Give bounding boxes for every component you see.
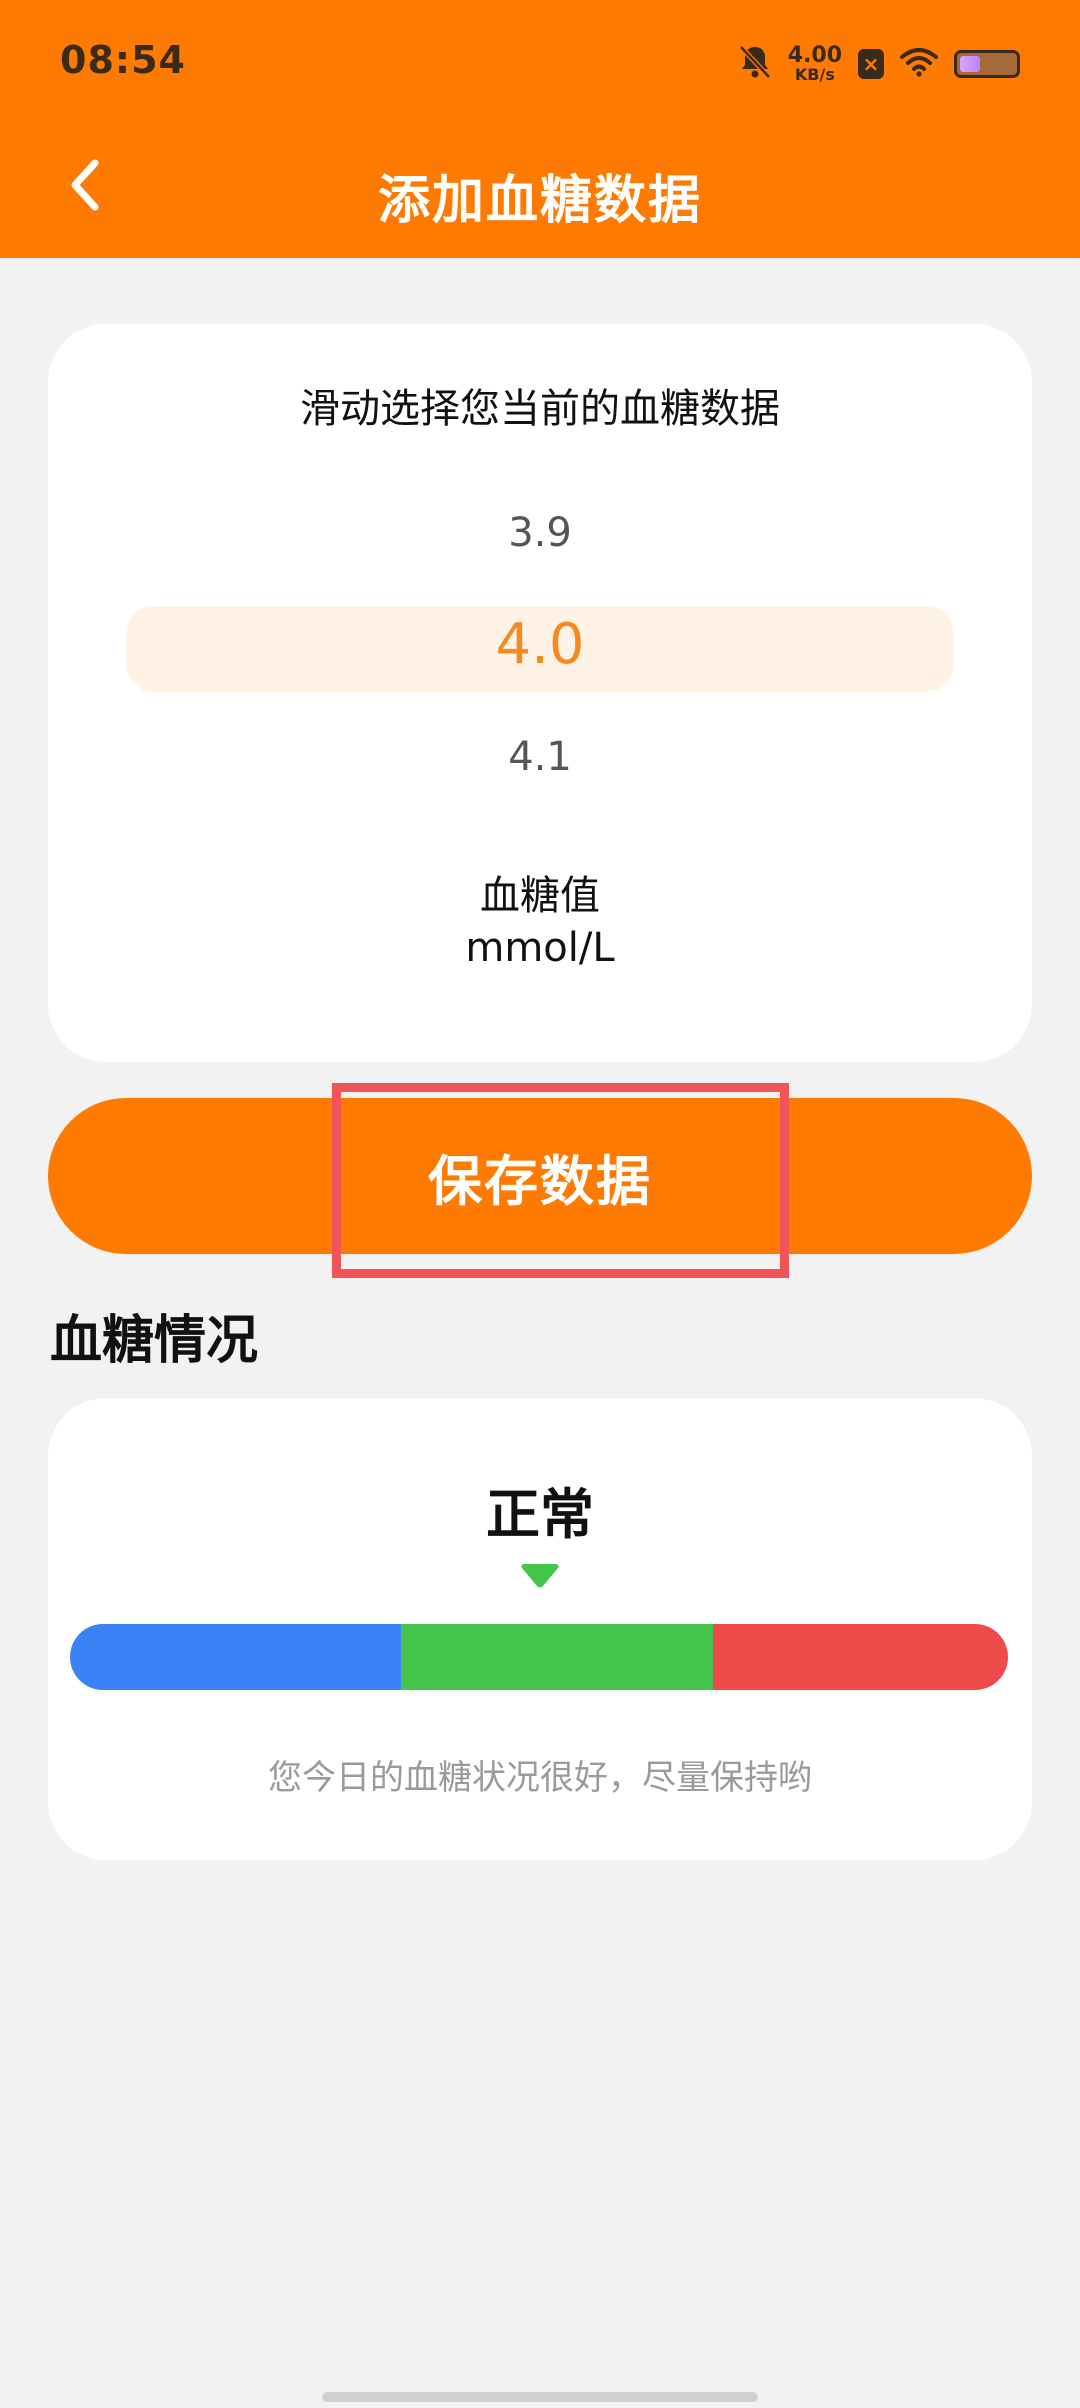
page-title: 添加血糖数据: [377, 171, 702, 231]
status-time: 08:54: [60, 38, 186, 82]
picker-option-selected[interactable]: 4.0: [48, 612, 1032, 677]
save-button-label: 保存数据: [428, 1149, 652, 1213]
battery-level: [960, 56, 981, 72]
home-indicator[interactable]: [322, 2392, 758, 2402]
app-header: 08:54 4.00 KB/s × 添加血糖数据: [0, 0, 1080, 258]
level-high-segment: [713, 1624, 1008, 1690]
save-data-button[interactable]: 保存数据: [48, 1098, 1032, 1254]
level-low-segment: [70, 1624, 401, 1690]
network-speed-unit: KB/s: [794, 65, 835, 84]
glucose-status-section-title: 血糖情况: [50, 1311, 259, 1371]
glucose-level-bar: [70, 1624, 1008, 1690]
glucose-status-text: 正常: [486, 1483, 594, 1546]
level-normal-segment: [401, 1624, 713, 1690]
battery-icon: [954, 50, 1020, 78]
glucose-unit: mmol/L: [465, 925, 615, 971]
status-bar: 08:54 4.00 KB/s ×: [0, 0, 1080, 120]
network-speed-value: 4.00: [787, 43, 842, 68]
status-marker-icon: [521, 1564, 559, 1588]
glucose-label: 血糖值: [480, 873, 600, 919]
glucose-status-card: 正常 您今日的血糖状况很好，尽量保持哟: [48, 1398, 1032, 1860]
picker-option-prev[interactable]: 3.9: [48, 510, 1032, 556]
picker-option-next[interactable]: 4.1: [48, 734, 1032, 780]
status-icons: 4.00 KB/s ×: [738, 42, 1020, 86]
glucose-status-tip: 您今日的血糖状况很好，尽量保持哟: [268, 1758, 812, 1798]
mute-bell-icon: [738, 44, 772, 84]
wifi-icon: [900, 47, 938, 81]
glucose-picker-card: 滑动选择您当前的血糖数据 3.9 4.0 4.1 血糖值 mmol/L: [48, 324, 1032, 1062]
network-speed: 4.00 KB/s: [788, 45, 842, 83]
picker-label: 血糖值 mmol/L: [48, 870, 1032, 974]
close-box-icon: ×: [858, 49, 884, 79]
picker-hint: 滑动选择您当前的血糖数据: [300, 386, 780, 432]
nav-bar: 添加血糖数据: [0, 140, 1080, 240]
